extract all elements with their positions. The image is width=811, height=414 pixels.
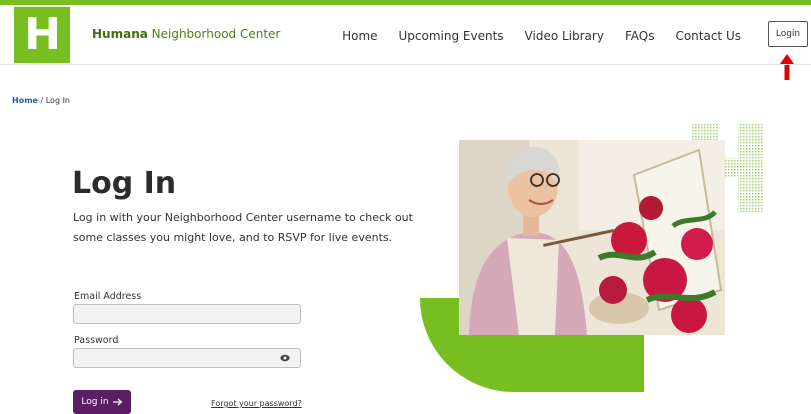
- arrow-up-icon: [780, 54, 794, 80]
- main-nav: Home Upcoming Events Video Library FAQs …: [342, 29, 741, 43]
- page-title: Log In: [72, 166, 177, 201]
- password-field[interactable]: [73, 348, 301, 368]
- logo[interactable]: H: [14, 7, 70, 63]
- brand-name[interactable]: Humana Neighborhood Center: [92, 27, 280, 41]
- nav-video-library[interactable]: Video Library: [525, 29, 604, 43]
- intro-text: Log in with your Neighborhood Center use…: [73, 211, 413, 244]
- nav-upcoming-events[interactable]: Upcoming Events: [399, 29, 504, 43]
- forgot-password-link[interactable]: Forgot your password?: [211, 399, 302, 408]
- login-submit-button[interactable]: Log in: [73, 390, 131, 414]
- nav-faqs[interactable]: FAQs: [625, 29, 655, 43]
- breadcrumb-separator: /: [37, 96, 46, 105]
- breadcrumb-current: Log In: [45, 96, 70, 105]
- header-divider: [0, 64, 811, 65]
- logo-letter: H: [24, 9, 61, 60]
- password-label: Password: [74, 335, 119, 346]
- top-accent-bar: [0, 0, 811, 5]
- breadcrumb: Home / Log In: [12, 96, 70, 105]
- arrow-right-icon: [112, 398, 122, 406]
- email-field[interactable]: [73, 304, 301, 324]
- login-submit-label: Log in: [81, 397, 109, 407]
- nav-contact-us[interactable]: Contact Us: [675, 29, 741, 43]
- login-button[interactable]: Login: [768, 21, 808, 47]
- brand-name-rest: Neighborhood Center: [147, 27, 281, 41]
- nav-home[interactable]: Home: [342, 29, 377, 43]
- breadcrumb-home[interactable]: Home: [12, 96, 38, 105]
- brand-name-bold: Humana: [92, 27, 148, 41]
- hero-photo-woman-painting: [459, 140, 725, 335]
- email-label: Email Address: [74, 291, 142, 302]
- eye-icon[interactable]: [280, 354, 290, 362]
